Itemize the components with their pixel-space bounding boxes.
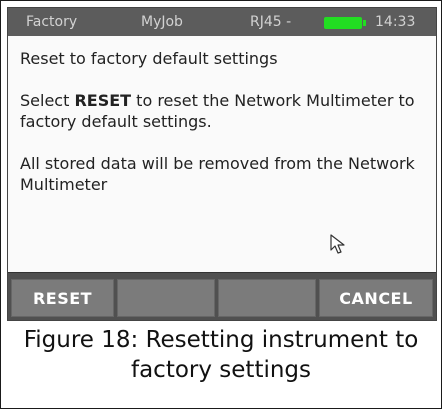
softkey-bar: RESET CANCEL	[8, 272, 436, 320]
softkey-3[interactable]	[218, 279, 316, 317]
status-app-name: Factory	[26, 14, 78, 30]
reset-keyword: RESET	[74, 91, 132, 110]
device-screen: Factory MyJob RJ45 - 14:33 Reset to fact…	[7, 7, 437, 321]
status-bar: Factory MyJob RJ45 - 14:33	[8, 8, 436, 36]
figure-caption: Figure 18: Resetting instrument to facto…	[23, 327, 419, 383]
softkey-2[interactable]	[117, 279, 215, 317]
data-warning: All stored data will be removed from the…	[20, 154, 415, 194]
status-port: RJ45 -	[250, 14, 292, 30]
mouse-pointer-icon	[330, 234, 345, 254]
reset-heading: Reset to factory default settings	[20, 49, 278, 68]
message-area: Reset to factory default settings Select…	[8, 36, 436, 272]
status-job-name: MyJob	[141, 14, 183, 30]
figure-frame: Factory MyJob RJ45 - 14:33 Reset to fact…	[0, 0, 442, 409]
reset-instruction: Select RESET to reset the Network Multim…	[20, 90, 430, 132]
reset-button[interactable]: RESET	[11, 279, 114, 317]
cancel-button[interactable]: CANCEL	[319, 279, 433, 317]
status-time: 14:33	[375, 14, 416, 30]
battery-icon	[324, 17, 366, 29]
instruction-prefix: Select	[20, 91, 75, 110]
